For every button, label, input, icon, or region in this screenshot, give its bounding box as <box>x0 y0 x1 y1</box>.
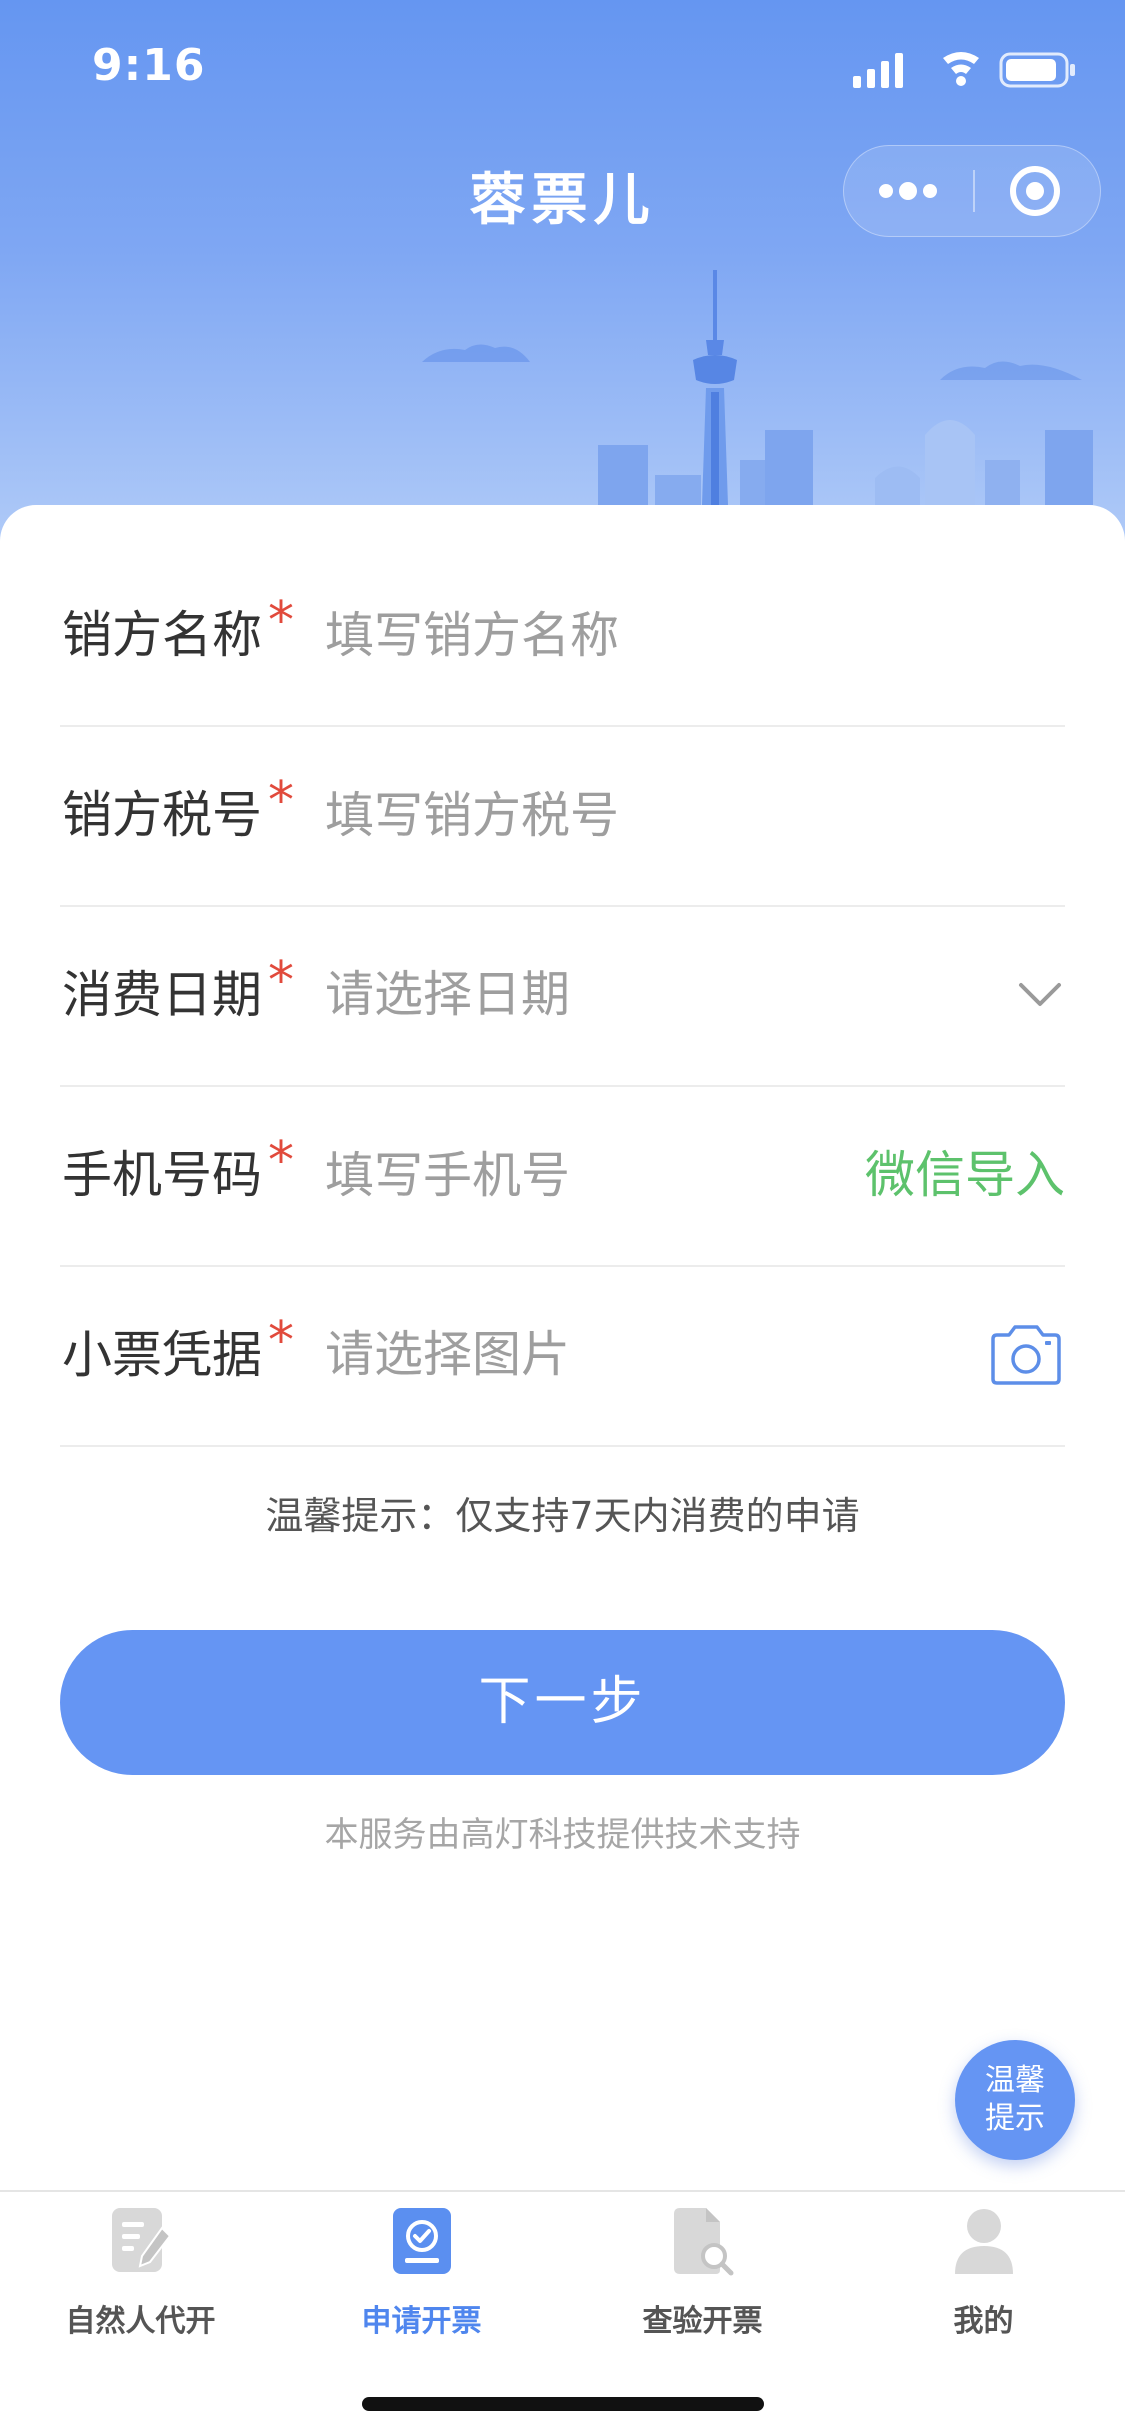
document-search-icon <box>674 2208 734 2276</box>
tab-label: 自然人代开 <box>65 2304 216 2339</box>
invoice-form-card: 销方名称 * 销方税号 * 消费日期 * 请选择日期 手机号码 * 微信导入 小… <box>0 505 1125 2195</box>
tab-natural-person-issue[interactable]: 自然人代开 <box>0 2192 281 2362</box>
next-step-button[interactable]: 下一步 <box>60 1630 1065 1775</box>
required-mark: * <box>268 771 294 831</box>
warm-tip-text: 温馨提示：仅支持7天内消费的申请 <box>265 1494 860 1538</box>
miniprogram-capsule <box>843 145 1101 237</box>
tab-label: 查验开票 <box>642 2304 763 2339</box>
target-circle-icon[interactable] <box>975 146 1099 235</box>
seller-name-row: 销方名称 * <box>60 545 1065 727</box>
phone-number-input[interactable] <box>325 1125 725 1225</box>
receipt-image-row[interactable]: 小票凭据 * 请选择图片 <box>60 1265 1065 1447</box>
wifi-icon <box>943 52 979 86</box>
wechat-import-link[interactable]: 微信导入 <box>865 1085 1065 1265</box>
cellular-signal-icon <box>853 53 903 88</box>
floating-tip-line2: 提示 <box>985 2101 1045 2136</box>
receipt-image-label: 小票凭据 <box>62 1326 262 1384</box>
purchase-date-picker[interactable]: 请选择日期 <box>325 905 570 1085</box>
battery-icon <box>999 52 1075 88</box>
home-indicator <box>362 2397 764 2411</box>
seller-tax-id-input[interactable] <box>325 765 885 865</box>
tab-label: 我的 <box>953 2304 1014 2339</box>
purchase-date-row[interactable]: 消费日期 * 请选择日期 <box>60 905 1065 1087</box>
required-mark: * <box>268 591 294 651</box>
status-icons <box>853 52 1075 88</box>
required-mark: * <box>268 1311 294 1371</box>
header-banner: 9:16 蓉票儿 <box>0 0 1125 560</box>
status-time: 9:16 <box>92 40 206 91</box>
phone-number-label: 手机号码 <box>62 1146 262 1204</box>
more-dots-icon[interactable] <box>844 146 972 235</box>
purchase-date-label: 消费日期 <box>62 966 262 1024</box>
seller-tax-id-label: 销方税号 <box>62 786 262 844</box>
seller-name-label: 销方名称 <box>62 606 262 664</box>
tab-verify-invoice[interactable]: 查验开票 <box>562 2192 843 2362</box>
tab-label: 申请开票 <box>361 2304 482 2339</box>
user-icon <box>955 2209 1013 2274</box>
tab-apply-invoice[interactable]: 申请开票 <box>281 2192 562 2362</box>
chevron-down-icon[interactable] <box>1017 977 1063 1013</box>
required-mark: * <box>268 951 294 1011</box>
phone-number-row: 手机号码 * 微信导入 <box>60 1085 1065 1267</box>
floating-tip-line1: 温馨 <box>985 2063 1045 2098</box>
required-mark: * <box>268 1131 294 1191</box>
powered-by-text: 本服务由高灯科技提供技术支持 <box>324 1815 801 1855</box>
invoice-check-icon <box>393 2208 451 2274</box>
tab-mine[interactable]: 我的 <box>843 2192 1124 2362</box>
floating-tip-button[interactable]: 温馨 提示 <box>955 2040 1075 2160</box>
seller-tax-id-row: 销方税号 * <box>60 725 1065 907</box>
receipt-image-picker[interactable]: 请选择图片 <box>325 1265 570 1445</box>
seller-name-input[interactable] <box>325 585 885 685</box>
document-edit-icon <box>112 2208 172 2272</box>
camera-icon[interactable] <box>987 1323 1065 1387</box>
